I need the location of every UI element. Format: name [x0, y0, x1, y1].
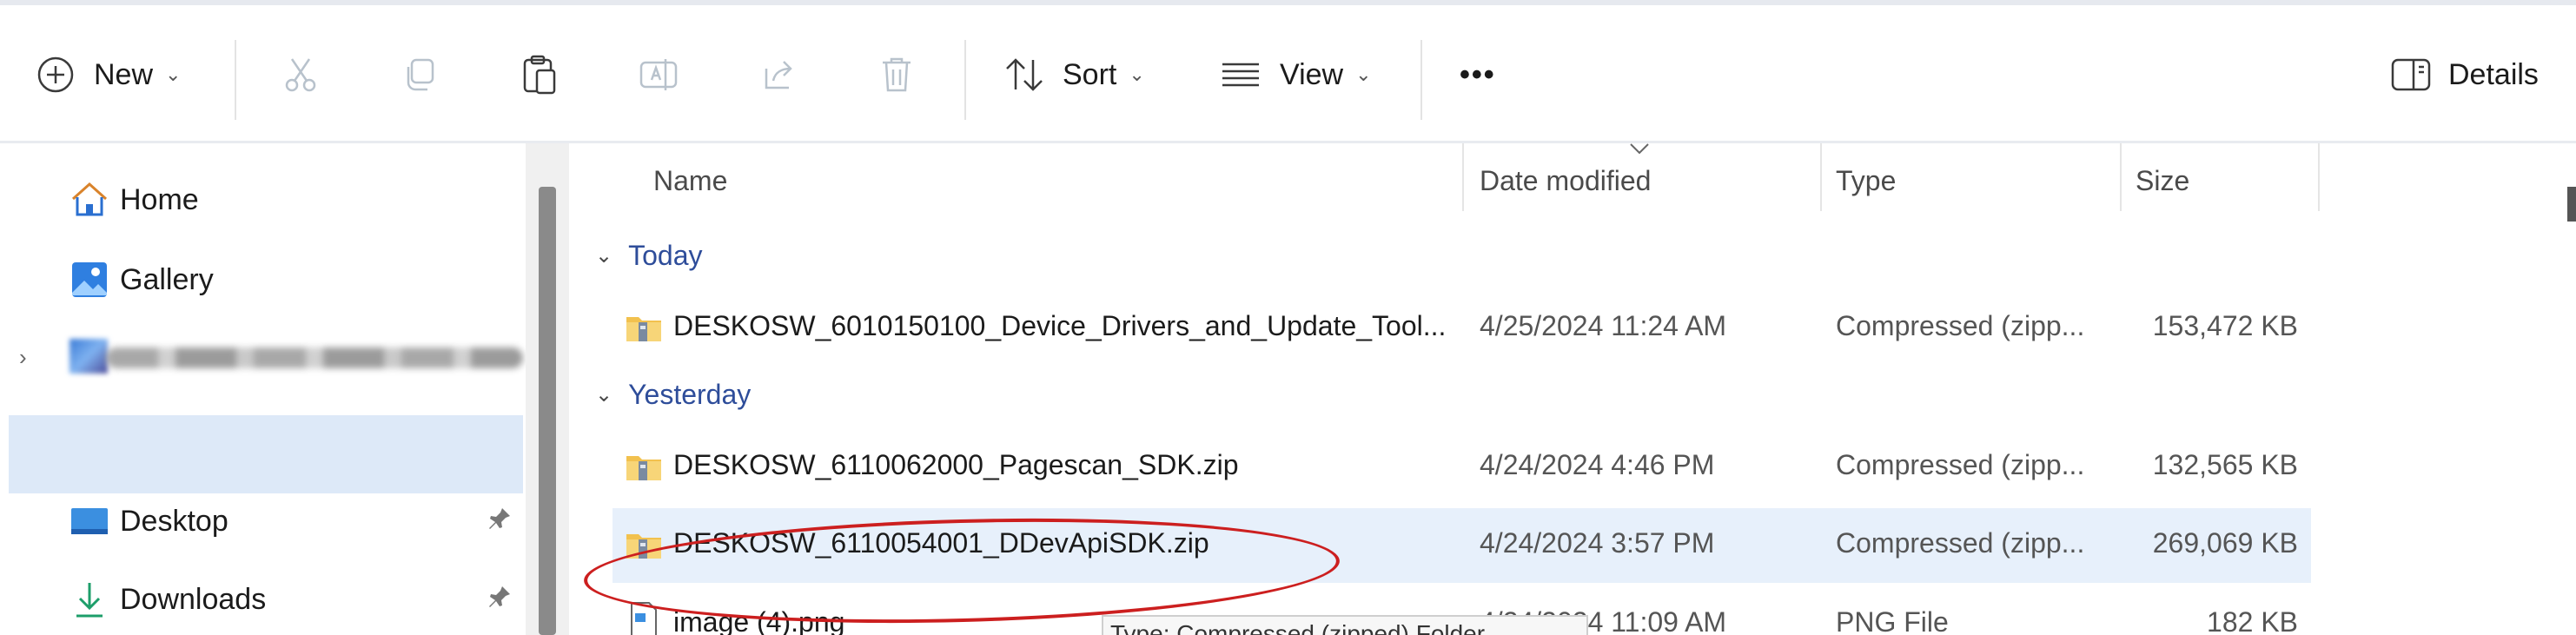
sort-button[interactable]: Sort ⌄	[1003, 5, 1145, 144]
details-pane-button[interactable]: Details	[2391, 5, 2539, 144]
file-type: PNG File	[1836, 606, 1949, 635]
group-today-label: Today	[628, 240, 703, 271]
column-header-size[interactable]: Size	[2136, 165, 2189, 197]
nav-scrollbar-thumb[interactable]	[539, 187, 556, 635]
nav-desktop-label: Desktop	[120, 504, 228, 538]
nav-item-downloads[interactable]: Downloads	[70, 573, 266, 625]
sort-label: Sort	[1063, 57, 1117, 91]
file-row[interactable]: DESKOSW_6010150100_Device_Drivers_and_Up…	[613, 291, 2311, 366]
toolbar-separator	[1420, 40, 1422, 120]
expand-chevron-icon[interactable]: ›	[19, 344, 27, 371]
chevron-down-icon: ⌄	[1129, 63, 1145, 85]
cloud-account-icon	[70, 339, 108, 374]
copy-icon	[400, 55, 440, 95]
nav-item-gallery[interactable]: Gallery	[70, 254, 214, 306]
share-icon	[758, 55, 798, 95]
zip-folder-icon	[625, 312, 663, 343]
file-type: Compressed (zipp...	[1836, 527, 2085, 559]
plus-circle-icon	[36, 56, 75, 94]
column-divider[interactable]	[1820, 143, 1822, 211]
gallery-icon	[70, 260, 109, 300]
clipboard-icon	[520, 53, 560, 96]
sort-arrows-icon	[1003, 55, 1045, 95]
nav-item-desktop[interactable]: Desktop	[70, 495, 228, 547]
file-size: 182 KB	[2207, 606, 2298, 635]
file-date: 4/25/2024 11:24 AM	[1480, 310, 1727, 341]
file-name: DESKOSW_6110062000_Pagescan_SDK.zip	[673, 449, 1239, 480]
content-scrollbar-indicator[interactable]	[2567, 187, 2576, 222]
delete-button[interactable]	[877, 5, 916, 144]
scissors-icon	[280, 54, 321, 96]
chevron-down-icon: ⌄	[595, 383, 613, 407]
nav-home-label: Home	[120, 182, 199, 216]
details-pane-icon	[2391, 58, 2431, 91]
list-view-icon	[1221, 59, 1261, 90]
paste-button[interactable]	[520, 5, 560, 144]
view-label: View	[1280, 57, 1344, 91]
nav-downloads-label: Downloads	[120, 582, 267, 616]
details-label: Details	[2448, 57, 2539, 91]
sort-caret-icon	[1629, 142, 1650, 155]
chevron-down-icon: ⌄	[165, 63, 182, 85]
download-arrow-icon	[70, 579, 109, 619]
toolbar-separator	[235, 40, 236, 120]
file-date: 4/24/2024 3:57 PM	[1480, 527, 1715, 559]
more-icon: •••	[1460, 57, 1496, 91]
chevron-down-icon: ⌄	[1355, 63, 1372, 85]
nav-item-home[interactable]: Home	[70, 174, 199, 226]
rename-icon	[638, 54, 679, 96]
trash-icon	[877, 54, 916, 96]
group-header-yesterday[interactable]: ⌄ Yesterday	[595, 379, 751, 411]
chevron-down-icon: ⌄	[595, 244, 613, 268]
view-button[interactable]: View ⌄	[1221, 5, 1372, 144]
group-header-today[interactable]: ⌄ Today	[595, 240, 703, 272]
file-row[interactable]: DESKOSW_6110062000_Pagescan_SDK.zip 4/24…	[613, 430, 2311, 505]
redacted-account-name[interactable]	[106, 347, 523, 368]
file-size: 269,069 KB	[2152, 527, 2298, 559]
group-yesterday-label: Yesterday	[628, 379, 752, 410]
command-bar: New ⌄ Sort ⌄ View ⌄ ••• Details	[0, 0, 2576, 143]
pin-icon[interactable]	[487, 506, 513, 532]
column-header-date[interactable]: Date modified	[1480, 165, 1651, 197]
file-size: 153,472 KB	[2152, 310, 2298, 341]
nav-selection-highlight	[9, 415, 523, 493]
home-icon	[70, 180, 109, 220]
desktop-icon	[70, 501, 109, 541]
zip-folder-icon	[625, 451, 663, 482]
pin-icon[interactable]	[487, 584, 513, 610]
share-button[interactable]	[758, 5, 798, 144]
file-date: 4/24/2024 4:46 PM	[1480, 449, 1715, 480]
file-size: 132,565 KB	[2152, 449, 2298, 480]
copy-button[interactable]	[400, 5, 440, 144]
column-divider[interactable]	[1462, 143, 1464, 211]
nav-gallery-label: Gallery	[120, 262, 214, 296]
column-divider[interactable]	[2318, 143, 2320, 211]
more-options-button[interactable]: •••	[1460, 5, 1496, 144]
file-type-tooltip: Type: Compressed (zipped) Folder	[1102, 615, 1588, 635]
file-type: Compressed (zipp...	[1836, 310, 2085, 341]
column-header-type[interactable]: Type	[1836, 165, 1896, 197]
new-button[interactable]: New ⌄	[36, 5, 181, 144]
rename-button[interactable]	[638, 5, 679, 144]
new-label: New	[94, 57, 154, 91]
file-name: DESKOSW_6010150100_Device_Drivers_and_Up…	[673, 310, 1447, 341]
column-divider[interactable]	[2120, 143, 2122, 211]
file-type: Compressed (zipp...	[1836, 449, 2085, 480]
column-header-name[interactable]: Name	[653, 165, 727, 197]
toolbar-separator	[964, 40, 966, 120]
cut-button[interactable]	[280, 5, 321, 144]
